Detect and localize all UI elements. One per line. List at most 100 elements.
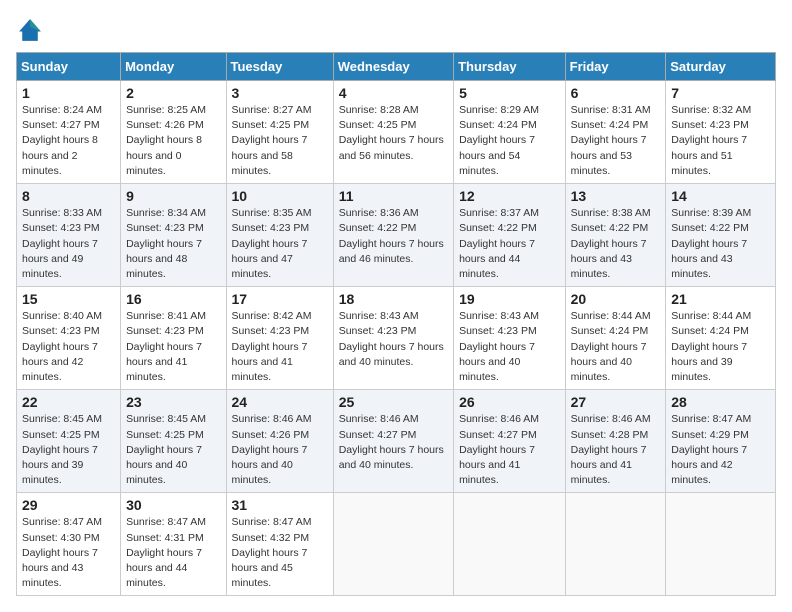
day-info: Sunrise: 8:47 AMSunset: 4:29 PMDaylight … xyxy=(671,412,770,488)
week-row-4: 22 Sunrise: 8:45 AMSunset: 4:25 PMDayligh… xyxy=(17,390,776,493)
day-info: Sunrise: 8:42 AMSunset: 4:23 PMDaylight … xyxy=(232,309,328,385)
logo-icon xyxy=(16,16,44,44)
calendar-cell: 9 Sunrise: 8:34 AMSunset: 4:23 PMDaylight… xyxy=(121,184,226,287)
calendar-header-row: SundayMondayTuesdayWednesdayThursdayFrid… xyxy=(17,53,776,81)
day-number: 10 xyxy=(232,188,328,204)
day-number: 25 xyxy=(339,394,448,410)
day-info: Sunrise: 8:32 AMSunset: 4:23 PMDaylight … xyxy=(671,103,770,179)
day-number: 14 xyxy=(671,188,770,204)
col-header-saturday: Saturday xyxy=(666,53,776,81)
calendar-cell: 15 Sunrise: 8:40 AMSunset: 4:23 PMDayligh… xyxy=(17,287,121,390)
day-number: 6 xyxy=(571,85,661,101)
col-header-wednesday: Wednesday xyxy=(333,53,453,81)
logo xyxy=(16,16,48,44)
col-header-friday: Friday xyxy=(565,53,666,81)
day-info: Sunrise: 8:28 AMSunset: 4:25 PMDaylight … xyxy=(339,103,448,164)
day-number: 30 xyxy=(126,497,220,513)
calendar-cell xyxy=(565,493,666,596)
day-number: 16 xyxy=(126,291,220,307)
day-number: 19 xyxy=(459,291,560,307)
day-info: Sunrise: 8:47 AMSunset: 4:31 PMDaylight … xyxy=(126,515,220,591)
day-info: Sunrise: 8:47 AMSunset: 4:32 PMDaylight … xyxy=(232,515,328,591)
day-number: 12 xyxy=(459,188,560,204)
day-number: 2 xyxy=(126,85,220,101)
day-number: 7 xyxy=(671,85,770,101)
calendar-cell: 4 Sunrise: 8:28 AMSunset: 4:25 PMDaylight… xyxy=(333,81,453,184)
day-info: Sunrise: 8:36 AMSunset: 4:22 PMDaylight … xyxy=(339,206,448,267)
day-number: 23 xyxy=(126,394,220,410)
calendar-cell: 5 Sunrise: 8:29 AMSunset: 4:24 PMDaylight… xyxy=(454,81,566,184)
day-number: 11 xyxy=(339,188,448,204)
calendar-cell: 7 Sunrise: 8:32 AMSunset: 4:23 PMDaylight… xyxy=(666,81,776,184)
day-number: 18 xyxy=(339,291,448,307)
day-info: Sunrise: 8:24 AMSunset: 4:27 PMDaylight … xyxy=(22,103,115,179)
day-number: 27 xyxy=(571,394,661,410)
day-info: Sunrise: 8:46 AMSunset: 4:26 PMDaylight … xyxy=(232,412,328,488)
calendar-cell: 16 Sunrise: 8:41 AMSunset: 4:23 PMDayligh… xyxy=(121,287,226,390)
calendar-cell: 24 Sunrise: 8:46 AMSunset: 4:26 PMDayligh… xyxy=(226,390,333,493)
day-info: Sunrise: 8:41 AMSunset: 4:23 PMDaylight … xyxy=(126,309,220,385)
calendar-cell: 10 Sunrise: 8:35 AMSunset: 4:23 PMDayligh… xyxy=(226,184,333,287)
calendar-cell xyxy=(333,493,453,596)
day-info: Sunrise: 8:40 AMSunset: 4:23 PMDaylight … xyxy=(22,309,115,385)
calendar-cell: 22 Sunrise: 8:45 AMSunset: 4:25 PMDayligh… xyxy=(17,390,121,493)
day-info: Sunrise: 8:43 AMSunset: 4:23 PMDaylight … xyxy=(459,309,560,385)
day-number: 20 xyxy=(571,291,661,307)
day-number: 22 xyxy=(22,394,115,410)
day-number: 31 xyxy=(232,497,328,513)
week-row-1: 1 Sunrise: 8:24 AMSunset: 4:27 PMDaylight… xyxy=(17,81,776,184)
day-number: 9 xyxy=(126,188,220,204)
day-info: Sunrise: 8:33 AMSunset: 4:23 PMDaylight … xyxy=(22,206,115,282)
day-info: Sunrise: 8:46 AMSunset: 4:27 PMDaylight … xyxy=(459,412,560,488)
day-info: Sunrise: 8:45 AMSunset: 4:25 PMDaylight … xyxy=(22,412,115,488)
day-number: 15 xyxy=(22,291,115,307)
calendar-cell: 27 Sunrise: 8:46 AMSunset: 4:28 PMDayligh… xyxy=(565,390,666,493)
day-number: 29 xyxy=(22,497,115,513)
day-info: Sunrise: 8:31 AMSunset: 4:24 PMDaylight … xyxy=(571,103,661,179)
day-number: 21 xyxy=(671,291,770,307)
day-number: 13 xyxy=(571,188,661,204)
day-info: Sunrise: 8:39 AMSunset: 4:22 PMDaylight … xyxy=(671,206,770,282)
calendar-cell: 17 Sunrise: 8:42 AMSunset: 4:23 PMDayligh… xyxy=(226,287,333,390)
day-info: Sunrise: 8:25 AMSunset: 4:26 PMDaylight … xyxy=(126,103,220,179)
day-info: Sunrise: 8:34 AMSunset: 4:23 PMDaylight … xyxy=(126,206,220,282)
day-info: Sunrise: 8:37 AMSunset: 4:22 PMDaylight … xyxy=(459,206,560,282)
calendar-cell: 28 Sunrise: 8:47 AMSunset: 4:29 PMDayligh… xyxy=(666,390,776,493)
day-info: Sunrise: 8:47 AMSunset: 4:30 PMDaylight … xyxy=(22,515,115,591)
day-info: Sunrise: 8:46 AMSunset: 4:28 PMDaylight … xyxy=(571,412,661,488)
day-info: Sunrise: 8:46 AMSunset: 4:27 PMDaylight … xyxy=(339,412,448,473)
calendar-cell: 12 Sunrise: 8:37 AMSunset: 4:22 PMDayligh… xyxy=(454,184,566,287)
day-info: Sunrise: 8:38 AMSunset: 4:22 PMDaylight … xyxy=(571,206,661,282)
calendar-cell: 2 Sunrise: 8:25 AMSunset: 4:26 PMDaylight… xyxy=(121,81,226,184)
day-info: Sunrise: 8:29 AMSunset: 4:24 PMDaylight … xyxy=(459,103,560,179)
day-info: Sunrise: 8:45 AMSunset: 4:25 PMDaylight … xyxy=(126,412,220,488)
calendar-cell: 18Sunrise: 8:43 AMSunset: 4:23 PMDayligh… xyxy=(333,287,453,390)
calendar-cell: 11 Sunrise: 8:36 AMSunset: 4:22 PMDayligh… xyxy=(333,184,453,287)
calendar-cell: 13 Sunrise: 8:38 AMSunset: 4:22 PMDayligh… xyxy=(565,184,666,287)
calendar-cell: 20Sunrise: 8:44 AMSunset: 4:24 PMDayligh… xyxy=(565,287,666,390)
day-number: 5 xyxy=(459,85,560,101)
calendar-cell: 3 Sunrise: 8:27 AMSunset: 4:25 PMDaylight… xyxy=(226,81,333,184)
calendar-cell: 19 Sunrise: 8:43 AMSunset: 4:23 PMDayligh… xyxy=(454,287,566,390)
calendar-cell xyxy=(454,493,566,596)
col-header-tuesday: Tuesday xyxy=(226,53,333,81)
day-number: 24 xyxy=(232,394,328,410)
calendar-cell: 1 Sunrise: 8:24 AMSunset: 4:27 PMDaylight… xyxy=(17,81,121,184)
calendar-table: SundayMondayTuesdayWednesdayThursdayFrid… xyxy=(16,52,776,596)
week-row-5: 29 Sunrise: 8:47 AMSunset: 4:30 PMDayligh… xyxy=(17,493,776,596)
day-number: 28 xyxy=(671,394,770,410)
day-info: Sunrise: 8:27 AMSunset: 4:25 PMDaylight … xyxy=(232,103,328,179)
calendar-cell: 6 Sunrise: 8:31 AMSunset: 4:24 PMDaylight… xyxy=(565,81,666,184)
calendar-cell: 29 Sunrise: 8:47 AMSunset: 4:30 PMDayligh… xyxy=(17,493,121,596)
day-info: Sunrise: 8:44 AMSunset: 4:24 PMDaylight … xyxy=(671,309,770,385)
day-number: 8 xyxy=(22,188,115,204)
day-number: 4 xyxy=(339,85,448,101)
calendar-cell: 8 Sunrise: 8:33 AMSunset: 4:23 PMDaylight… xyxy=(17,184,121,287)
calendar-cell: 21 Sunrise: 8:44 AMSunset: 4:24 PMDayligh… xyxy=(666,287,776,390)
day-number: 17 xyxy=(232,291,328,307)
day-number: 3 xyxy=(232,85,328,101)
calendar-cell: 31 Sunrise: 8:47 AMSunset: 4:32 PMDayligh… xyxy=(226,493,333,596)
day-number: 1 xyxy=(22,85,115,101)
week-row-2: 8 Sunrise: 8:33 AMSunset: 4:23 PMDaylight… xyxy=(17,184,776,287)
day-info: Sunrise: 8:35 AMSunset: 4:23 PMDaylight … xyxy=(232,206,328,282)
